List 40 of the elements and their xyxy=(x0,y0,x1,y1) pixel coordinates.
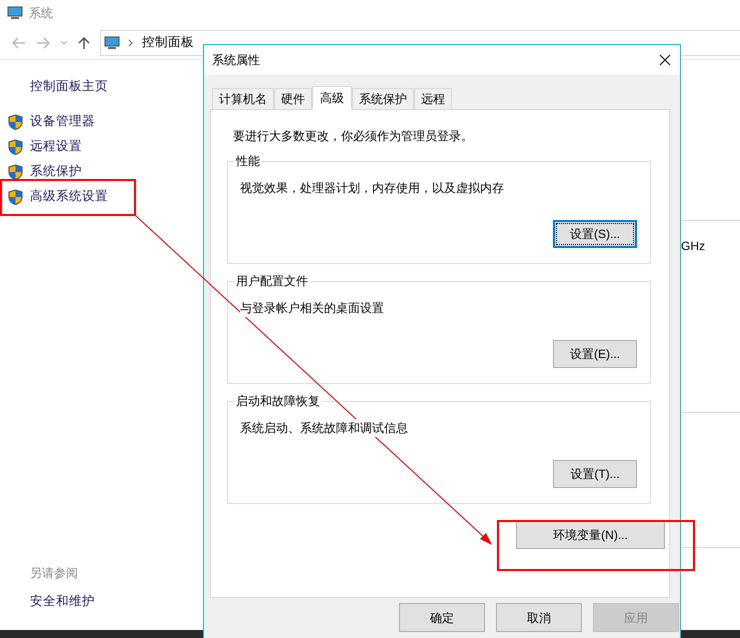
sidebar-link[interactable]: 设备管理器 xyxy=(0,112,203,132)
dialog-button[interactable]: 确定 xyxy=(399,603,485,632)
settings-button[interactable]: 设置(T)... xyxy=(553,460,637,488)
forward-arrow-icon[interactable] xyxy=(36,36,50,48)
shield-icon xyxy=(8,188,23,205)
dropdown-caret-icon[interactable] xyxy=(60,40,68,46)
tab[interactable]: 高级 xyxy=(312,86,352,110)
dialog-button[interactable]: 取消 xyxy=(496,603,582,632)
settings-button[interactable]: 设置(S)... xyxy=(553,220,637,248)
group-title: 性能 xyxy=(234,154,262,168)
tab[interactable]: 硬件 xyxy=(274,88,312,109)
group-description: 视觉效果，处理器计划，内存使用，以及虚拟内存 xyxy=(240,179,504,197)
section-heading: 另请参阅 xyxy=(29,565,79,582)
processor-speed-text: GHz xyxy=(681,238,706,255)
close-icon[interactable] xyxy=(659,54,671,66)
sidebar-link[interactable]: 系统保护 xyxy=(0,162,203,182)
back-arrow-icon[interactable] xyxy=(12,36,26,48)
computer-icon xyxy=(104,36,120,50)
up-arrow-icon[interactable] xyxy=(78,36,90,50)
tab[interactable]: 系统保护 xyxy=(352,88,414,109)
group-description: 与登录帐户相关的桌面设置 xyxy=(240,299,384,317)
sidebar-link[interactable]: 远程设置 xyxy=(0,136,203,157)
see-also-link[interactable]: 安全和维护 xyxy=(0,592,203,611)
breadcrumb-item[interactable]: 控制面板 xyxy=(142,33,194,52)
shield-icon xyxy=(8,138,23,155)
group-title: 用户配置文件 xyxy=(234,274,310,288)
tab[interactable]: 计算机名 xyxy=(212,88,274,109)
computer-icon xyxy=(7,6,23,20)
window-title: 系统 xyxy=(29,5,53,22)
shield-icon xyxy=(8,164,23,180)
environment-variables-button[interactable]: 环境变量(N)... xyxy=(516,521,665,549)
sidebar-link[interactable]: 高级系统设置 xyxy=(0,186,203,207)
group-title: 启动和故障恢复 xyxy=(234,394,322,408)
chevron-icon xyxy=(128,38,134,46)
settings-button[interactable]: 设置(E)... xyxy=(553,340,637,368)
home-link[interactable]: 控制面板主页 xyxy=(0,77,203,96)
tab[interactable]: 远程 xyxy=(414,88,452,109)
group-description: 系统启动、系统故障和调试信息 xyxy=(240,419,408,437)
shield-icon xyxy=(8,114,23,130)
notice-text: 要进行大多数更改，你必须作为管理员登录。 xyxy=(232,128,474,145)
